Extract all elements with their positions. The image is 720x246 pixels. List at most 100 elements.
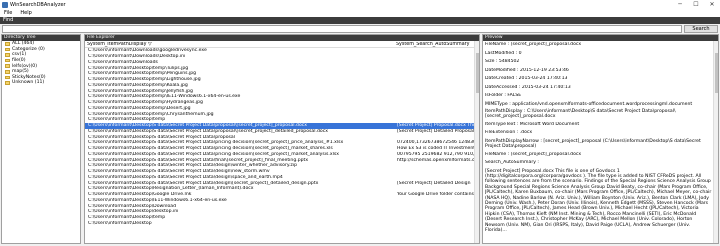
cell-path: C:\Users\informant\Desktop\temp\Lighthou… (88, 77, 201, 83)
preview-scrollbar[interactable] (713, 41, 718, 243)
cell-path: C:\Users\informant\Desktop\temp\Hydrange… (88, 100, 203, 106)
cell-summary: 072400,17326738672546 124830,2002 (397, 140, 479, 146)
window-title: WinSearchDBAnalyzer (10, 1, 66, 8)
cell-path: C:\Users\informant\Desktop\S data\Secret… (88, 140, 344, 146)
search-row: Search (0, 24, 720, 34)
cell-path: C:\Users\informant\Desktop\S data\Secret… (88, 146, 333, 152)
cell-path: C:\Users\informant\Desktop\S data\Secret… (88, 151, 339, 157)
preview-body: FileName : [secret_project]_proposal.doc… (485, 42, 712, 243)
cell-path: C:\Users\informant\Desktop\desktop.ini (88, 209, 179, 215)
folder-icon (5, 75, 10, 80)
cell-path: C:\Users\informant\Desktop\S data\Secret… (88, 169, 270, 175)
preview-line: ItemPathDisplayNarrow : [secret_project]… (485, 138, 701, 150)
column-header-summary[interactable]: System_Search_AutoSummary (394, 42, 478, 47)
menu-help[interactable]: Help (20, 10, 31, 16)
menu-bar: File Help (0, 9, 720, 17)
tree-item[interactable]: Unknown (11) (2, 80, 80, 86)
preview-line: DateModified : 2015-12-19 23:53:46 (485, 67, 569, 73)
cell-summary: http://schemas.openxmlformats.org/ (397, 157, 479, 163)
minimize-icon[interactable]: ─ (672, 0, 688, 9)
preview-line: DateCreated : 2015-03-24 17:40:13 (485, 76, 568, 81)
preview-line: [Secret Project] Proposal.docx This file… (485, 168, 712, 233)
maximize-icon[interactable]: ☐ (688, 0, 704, 9)
preview-line: MIMEType : application/vnd.openxmlformat… (485, 101, 693, 107)
scrollbar-thumb[interactable] (476, 53, 479, 93)
cell-path: C:\Users\informant\Desktop\temp\Desert.j… (88, 105, 191, 111)
cell-path: C:\Users\informant\Downloads\Desktop.ini (88, 54, 186, 60)
cell-path: C:\Users\informant\Desktop\S data\Secret… (88, 180, 319, 186)
tree-item-label: csv(1) (12, 52, 27, 58)
folder-icon (5, 81, 10, 85)
preview-line: DateAccessed : 2015-03-24 17:40:13 (485, 84, 571, 90)
table-row[interactable]: C:\Users\informant\Desktop\S data\Secret… (85, 157, 479, 163)
cell-path: C:\Users\informant\Desktop\S data\Secret… (88, 128, 328, 134)
scrollbar-thumb[interactable] (715, 53, 718, 93)
cell-summary: [Secret Project] Detailed Design (397, 180, 471, 186)
table-row[interactable]: C:\Users\informant\Desktop\S data\Secret… (85, 129, 479, 135)
file-explorer-panel: File Explorer System_ItemPathDisplay ▽ S… (84, 34, 480, 244)
cell-path: C:\Users\informant\Desktop\temp\Jellyfis… (88, 88, 193, 94)
cell-path: C:\Users\informant\Desktop\temp\IE11-Win… (88, 94, 241, 100)
cell-path: C:\Users\informant\Desktop\S data\Secret… (88, 174, 283, 180)
table-row[interactable]: C:\Users\informant\Desktop\S data\Secret… (85, 152, 479, 158)
cell-path: C:\Users\informant\Desktop\temp (88, 117, 166, 123)
search-button[interactable]: Search (684, 25, 718, 33)
tree-item-label: ALL (464) (12, 41, 35, 47)
preview-line: IsFolder : FALSE (485, 93, 522, 98)
cell-summary: [Secret Project] Detailed Proposal.do (397, 128, 479, 134)
table-row[interactable]: C:\Users\informant\Desktop\S data\Secret… (85, 146, 479, 152)
tree-item-label: file(0) (12, 58, 26, 64)
preview-header: Preview (483, 35, 718, 41)
close-icon[interactable]: ✕ (704, 0, 720, 9)
cell-path: C:\Users\informant\Desktop\S data\Secret… (88, 134, 236, 140)
preview-line: FileName : [secret_project]_proposal.doc… (485, 42, 582, 47)
cell-summary: Your Google Drive folder contains fil (397, 192, 479, 198)
preview-line: FileExtension : .docx (485, 130, 533, 136)
cell-path: C:\Users\informant\Downloads (88, 59, 158, 65)
cell-path: C:\Users\informant\Desktop\temp\Tulips.j… (88, 65, 189, 71)
tree-item-label: lelfs(ov)(0) (12, 63, 38, 69)
tree-item-label: Unknown (11) (12, 80, 45, 86)
cell-summary: How Ex S3 is coded IT Investment Gr (397, 146, 479, 152)
cell-path: C:\Users\informant\Desktop\S data\Secret… (88, 157, 309, 163)
cell-path: C:\Users\informant\Desktop\temp\Koala.jp… (88, 82, 188, 88)
search-input[interactable] (2, 25, 682, 33)
file-list-scrollbar[interactable] (474, 41, 479, 243)
preview-line: Search_AutoSummary : (485, 160, 539, 166)
preview-line: LastModified : 0 (485, 50, 522, 56)
cell-summary: 00795795 2519682 912,790 910,96000 (397, 151, 479, 157)
preview-panel: Preview FileName : [secret_project]_prop… (482, 34, 719, 244)
cell-path: C:\Users\informant\Desktop\Resignation_L… (88, 186, 254, 192)
folder-icon (5, 64, 10, 68)
cell-path: C:\Users\informant\Downloads\googledrive… (88, 48, 207, 54)
preview-line: ItemPathDisplay : C:\Users\informant\Des… (485, 108, 676, 120)
cell-path: C:\Users\informant\Desktop\temp (88, 215, 166, 221)
folder-icon (5, 47, 10, 52)
file-list-header: System_ItemPathDisplay ▽ System_Search_A… (85, 41, 479, 48)
cell-path: C:\Users\informant\Desktop\Google Drive.… (88, 192, 192, 198)
title-bar: WinSearchDBAnalyzer ─ ☐ ✕ (0, 0, 720, 9)
cell-path: C:\Users\informant\Desktop (88, 220, 152, 226)
table-row[interactable]: C:\Users\informant\Desktop\S data\Secret… (85, 140, 479, 146)
window-controls: ─ ☐ ✕ (672, 0, 720, 9)
find-bar: Find (0, 17, 720, 24)
app-icon (2, 1, 8, 8)
tree-item-label: map(5) (12, 69, 29, 75)
cell-path: C:\Users\informant\Desktop\IE11-Windows6… (88, 197, 227, 203)
directory-tree-panel: Directory Tree ALL (464) Categorize (0) cs… (1, 34, 81, 244)
folder-icon (5, 42, 10, 46)
folder-icon (5, 69, 10, 74)
table-row[interactable]: C:\Users\informant\Desktop (85, 221, 479, 227)
folder-icon (5, 58, 10, 63)
file-list: System_ItemPathDisplay ▽ System_Search_A… (85, 41, 479, 243)
directory-tree: ALL (464) Categorize (0) csv(1) file(0) lelf… (2, 41, 80, 86)
table-row[interactable]: C:\Users\informant\Desktop\Google Drive.… (85, 192, 479, 198)
cell-path: C:\Users\informant\Desktop\Download (88, 203, 177, 209)
cell-path: C:\Users\informant\Desktop\S data\Secret… (88, 123, 307, 129)
preview-line: FileName : [secret_project]_proposal.doc… (485, 151, 582, 157)
table-row[interactable]: C:\Users\informant\Desktop\S data\Secret… (85, 122, 479, 129)
cell-path: C:\Users\informant\Desktop\temp\Chrysant… (88, 111, 214, 117)
table-row[interactable]: C:\Users\informant\Desktop\S data\Secret… (85, 180, 479, 186)
column-header-path[interactable]: System_ItemPathDisplay ▽ (87, 42, 394, 47)
menu-file[interactable]: File (4, 10, 12, 16)
